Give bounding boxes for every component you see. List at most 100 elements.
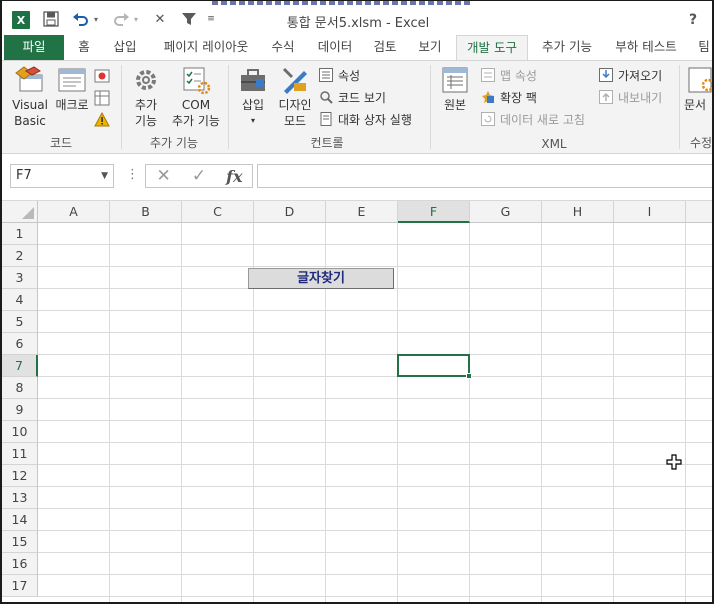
enter-icon[interactable]: ✓ [181,166,216,186]
row-header-8[interactable]: 8 [2,377,38,399]
name-box[interactable]: F7 ▼ [10,164,114,188]
export-icon [599,90,613,104]
macros-button[interactable]: 매크로 [52,65,92,113]
worksheet-grid[interactable]: A B C D E F G H I 1 2 3 4 5 6 7 8 9 10 11 12 13 14 15 16 17 글자찾기 [2,201,712,602]
help-icon[interactable]: ? [686,10,700,30]
macros-label: 매크로 [55,98,89,112]
design-mode-icon [280,65,310,95]
insert-function-icon[interactable]: fx [217,167,252,186]
view-code-button[interactable]: 코드 보기 [319,87,386,107]
code-group-label: 코드 [49,136,73,150]
row-header-4[interactable]: 4 [2,289,38,311]
find-text-button[interactable]: 글자찾기 [248,268,394,289]
column-header-c[interactable]: C [182,201,254,223]
design-mode-label-1: 디자인 [278,98,312,112]
expansion-packs-button[interactable]: 확장 팩 [481,87,537,107]
addins-group: 추가 기능 COM 추가 기능 추가 기능 [122,61,226,153]
mouse-cursor-icon [666,454,682,470]
gridline [38,398,712,399]
warning-icon [94,111,110,127]
run-dialog-button[interactable]: 대화 상자 실행 [319,109,412,129]
gridline [38,244,712,245]
formula-input[interactable] [257,164,712,188]
gear-icon [131,65,161,95]
row-header-12[interactable]: 12 [2,465,38,487]
addins-button[interactable]: 추가 기능 [126,65,166,129]
document-panel-button[interactable]: 문서 [684,65,712,113]
row-header-9[interactable]: 9 [2,399,38,421]
tab-team[interactable]: 팀 [694,35,712,60]
properties-button[interactable]: 속성 [319,65,360,85]
column-header-h[interactable]: H [542,201,614,223]
macro-security-button[interactable] [94,109,113,129]
relative-reference-button[interactable] [94,87,113,107]
tab-review[interactable]: 검토 [368,35,402,60]
cancel-icon[interactable]: ✕ [146,166,181,186]
fill-handle[interactable] [466,373,472,379]
row-header-16[interactable]: 16 [2,553,38,575]
xml-source-button[interactable]: 원본 [437,65,473,113]
row-header-6[interactable]: 6 [2,333,38,355]
view-code-label: 코드 보기 [338,90,386,105]
row-header-10[interactable]: 10 [2,421,38,443]
column-header-a[interactable]: A [38,201,110,223]
tab-developer[interactable]: 개발 도구 [456,35,528,61]
gridline [397,223,398,602]
column-header-i[interactable]: I [614,201,686,223]
ribbon: Visual Basic 매크로 코드 추가 기능 COM 추가 기능 추가 기… [2,60,713,154]
selected-cell[interactable] [397,354,472,379]
insert-control-button[interactable]: 삽입 ▾ [235,65,271,129]
tab-formulas[interactable]: 수식 [266,35,300,60]
tab-data[interactable]: 데이터 [312,35,358,60]
record-macro-button[interactable] [94,65,113,85]
row-header-2[interactable]: 2 [2,245,38,267]
design-mode-button[interactable]: 디자인 모드 [275,65,315,129]
excel-window: X ▾ ▾ ✕ ≡ 통합 문서5.xlsm - Excel ? 파일 홈 삽입 … [0,0,714,604]
row-header-1[interactable]: 1 [2,223,38,245]
modify-group-label: 수정 [690,136,713,150]
properties-icon [319,68,333,82]
row-header-5[interactable]: 5 [2,311,38,333]
tab-load-test[interactable]: 부하 테스트 [608,35,684,60]
tab-insert[interactable]: 삽입 [108,35,142,60]
gridline [38,376,712,377]
import-label: 가져오기 [618,68,663,83]
column-header-e[interactable]: E [326,201,398,223]
com-addins-button[interactable]: COM 추가 기능 [166,65,226,129]
import-button[interactable]: 가져오기 [599,65,662,85]
gridline [38,574,712,575]
row-header-14[interactable]: 14 [2,509,38,531]
toolbox-icon [238,65,268,95]
column-header-g[interactable]: G [470,201,542,223]
row-header-11[interactable]: 11 [2,443,38,465]
column-header-d[interactable]: D [254,201,326,223]
select-all-button[interactable] [2,201,38,223]
row-header-15[interactable]: 15 [2,531,38,553]
map-properties-button[interactable]: 맵 속성 [481,65,537,85]
design-mode-label-2: 모드 [283,114,307,128]
tab-home[interactable]: 홈 [72,35,96,60]
macros-icon [56,65,88,95]
row-header-3[interactable]: 3 [2,267,38,289]
export-button[interactable]: 내보내기 [599,87,662,107]
import-icon [599,68,613,82]
gridline [38,442,712,443]
document-panel-label: 문서 [684,98,707,112]
row-header-17[interactable]: 17 [2,575,38,597]
formula-bar-grip-icon[interactable]: ⋮ [126,167,139,182]
gridline [38,420,712,421]
column-header-f[interactable]: F [398,201,470,223]
column-header-b[interactable]: B [110,201,182,223]
row-header-13[interactable]: 13 [2,487,38,509]
row-header-7[interactable]: 7 [2,355,38,377]
column-header-filler [686,201,712,223]
code-group: Visual Basic 매크로 코드 [2,61,120,153]
gridline [613,223,614,602]
tab-addins[interactable]: 추가 기능 [534,35,600,60]
visual-basic-button[interactable]: Visual Basic [8,65,52,129]
tab-view[interactable]: 보기 [413,35,447,60]
tab-file[interactable]: 파일 [4,35,64,60]
refresh-data-button[interactable]: 데이터 새로 고침 [481,109,585,129]
tab-page-layout[interactable]: 페이지 레이아웃 [154,35,258,60]
name-box-dropdown-icon[interactable]: ▼ [101,165,108,187]
